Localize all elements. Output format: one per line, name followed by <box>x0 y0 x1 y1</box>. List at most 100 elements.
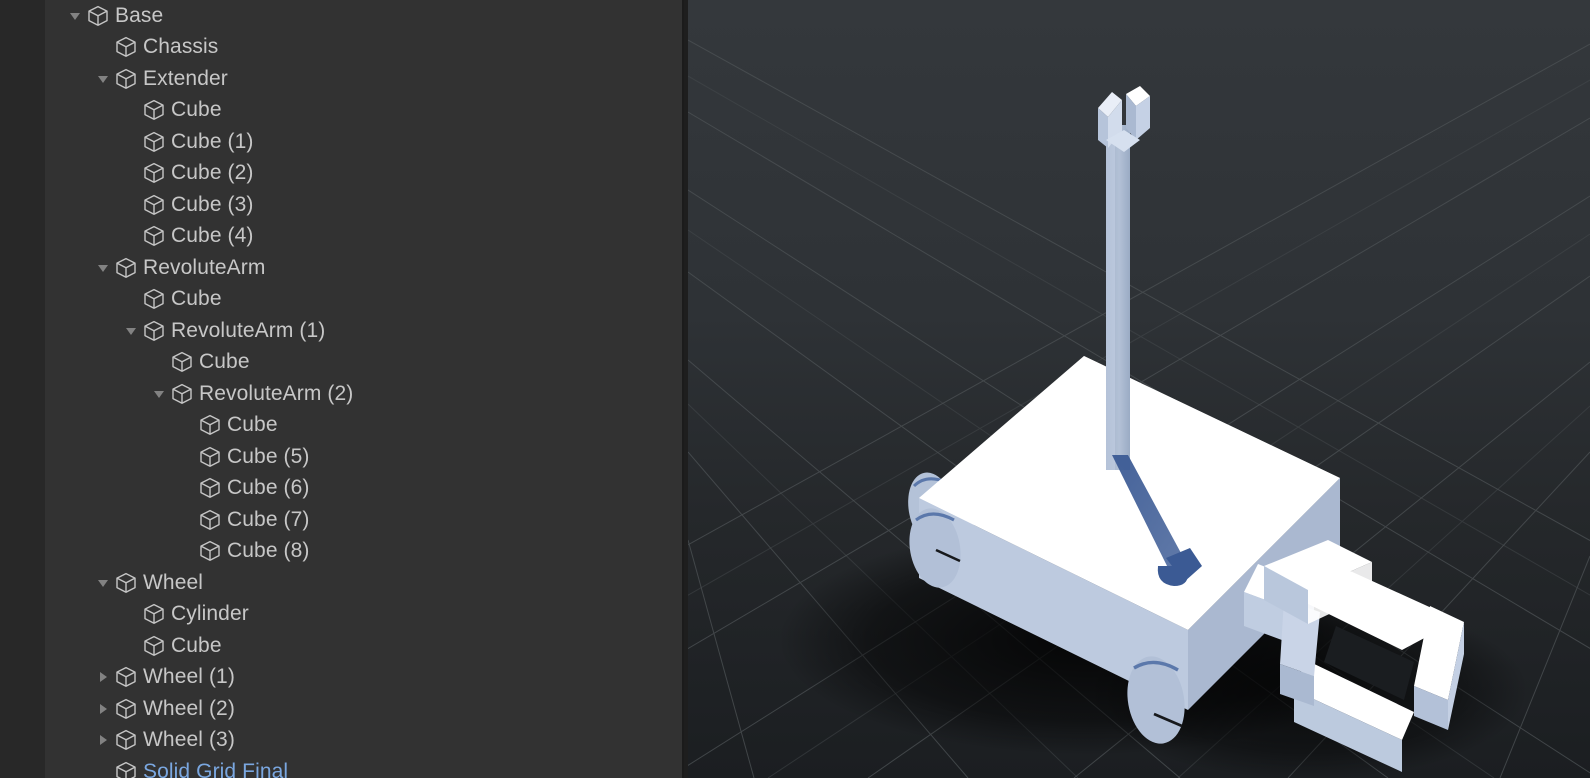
hierarchy-row-label: Cube <box>171 287 222 311</box>
hierarchy-row-label: Cube (6) <box>227 476 310 500</box>
chevron-down-icon[interactable] <box>149 384 169 404</box>
hierarchy-row-label: Cube <box>171 633 222 657</box>
chevron-down-icon[interactable] <box>93 69 113 89</box>
hierarchy-row-label: RevoluteArm <box>143 255 266 279</box>
hierarchy-row[interactable]: Cube <box>45 95 668 127</box>
chevron-down-icon[interactable] <box>93 573 113 593</box>
hierarchy-row[interactable]: Wheel <box>45 567 668 599</box>
chevron-right-icon[interactable] <box>93 667 113 687</box>
hierarchy-row[interactable]: Wheel (3) <box>45 725 668 757</box>
cube-icon <box>197 412 223 438</box>
cube-icon <box>141 97 167 123</box>
hierarchy-row-label: Cube <box>199 350 250 374</box>
hierarchy-row[interactable]: RevoluteArm (2) <box>45 378 668 410</box>
hierarchy-row-label: Extender <box>143 66 228 90</box>
hierarchy-row-label: Cube (8) <box>227 539 310 563</box>
cube-icon <box>197 444 223 470</box>
cube-icon <box>113 759 139 778</box>
hierarchy-row[interactable]: Cylinder <box>45 599 668 631</box>
hierarchy-row[interactable]: Cube <box>45 630 668 662</box>
hierarchy-row-label: Cube <box>171 98 222 122</box>
hierarchy-row-label: Cube (4) <box>171 224 254 248</box>
hierarchy-row[interactable]: Cube (3) <box>45 189 668 221</box>
hierarchy-row[interactable]: Cube <box>45 284 668 316</box>
hierarchy-row[interactable]: Cube (4) <box>45 221 668 253</box>
cube-icon <box>169 381 195 407</box>
hierarchy-row[interactable]: Base <box>45 0 668 32</box>
hierarchy-row-label: RevoluteArm (1) <box>171 318 326 342</box>
hierarchy-row-label: Solid Grid Final <box>143 759 289 778</box>
scene-3d-render <box>688 0 1590 778</box>
hierarchy-row[interactable]: Chassis <box>45 32 668 64</box>
chevron-down-icon[interactable] <box>93 258 113 278</box>
cube-icon <box>141 192 167 218</box>
hierarchy-row[interactable]: Cube <box>45 410 668 442</box>
scene-viewport[interactable] <box>688 0 1590 778</box>
cube-icon <box>113 696 139 722</box>
hierarchy-row-label: Wheel <box>143 570 204 594</box>
hierarchy-row-label: Cylinder <box>171 602 249 626</box>
hierarchy-row[interactable]: RevoluteArm <box>45 252 668 284</box>
cube-icon <box>197 507 223 533</box>
cube-icon <box>113 34 139 60</box>
hierarchy-row-label: RevoluteArm (2) <box>199 381 354 405</box>
cube-icon <box>197 475 223 501</box>
cube-icon <box>141 223 167 249</box>
hierarchy-row[interactable]: Cube (2) <box>45 158 668 190</box>
cube-icon <box>141 129 167 155</box>
hierarchy-row-label: Wheel (3) <box>143 728 235 752</box>
hierarchy-gutter <box>0 0 45 778</box>
chevron-right-icon[interactable] <box>93 699 113 719</box>
hierarchy-row[interactable]: Solid Grid Final <box>45 756 668 778</box>
cube-icon <box>113 255 139 281</box>
hierarchy-row[interactable]: Cube (8) <box>45 536 668 568</box>
hierarchy-row-label: Cube (7) <box>227 507 310 531</box>
cube-icon <box>85 3 111 29</box>
hierarchy-row[interactable]: Extender <box>45 63 668 95</box>
chevron-down-icon[interactable] <box>121 321 141 341</box>
cube-icon <box>141 160 167 186</box>
hierarchy-row[interactable]: Cube <box>45 347 668 379</box>
hierarchy-row[interactable]: RevoluteArm (1) <box>45 315 668 347</box>
hierarchy-row-label: Cube (3) <box>171 192 254 216</box>
hierarchy-row-label: Cube (1) <box>171 129 254 153</box>
cube-icon <box>113 727 139 753</box>
hierarchy-row-label: Base <box>115 3 164 27</box>
hierarchy-row-label: Wheel (1) <box>143 665 235 689</box>
extender-pole <box>1106 125 1130 470</box>
hierarchy-row[interactable]: Wheel (1) <box>45 662 668 694</box>
hierarchy-row-label: Cube (2) <box>171 161 254 185</box>
panel-divider[interactable] <box>682 0 684 778</box>
cube-icon <box>169 349 195 375</box>
hierarchy-row-label: Wheel (2) <box>143 696 235 720</box>
chevron-right-icon[interactable] <box>93 730 113 750</box>
cube-icon <box>113 66 139 92</box>
hierarchy-row-label: Cube <box>227 413 278 437</box>
cube-icon <box>113 664 139 690</box>
hierarchy-row[interactable]: Cube (7) <box>45 504 668 536</box>
hierarchy-panel: Base Chassis Extender Cube Cube (1) Cube (2) C… <box>0 0 684 778</box>
cube-icon <box>141 286 167 312</box>
hierarchy-row[interactable]: Cube (1) <box>45 126 668 158</box>
chevron-down-icon[interactable] <box>65 6 85 26</box>
hierarchy-row[interactable]: Cube (5) <box>45 441 668 473</box>
hierarchy-row-label: Cube (5) <box>227 444 310 468</box>
cube-icon <box>141 601 167 627</box>
hierarchy-row[interactable]: Cube (6) <box>45 473 668 505</box>
hierarchy-row[interactable]: Wheel (2) <box>45 693 668 725</box>
hierarchy-tree[interactable]: Base Chassis Extender Cube Cube (1) Cube (2) C… <box>45 0 668 778</box>
